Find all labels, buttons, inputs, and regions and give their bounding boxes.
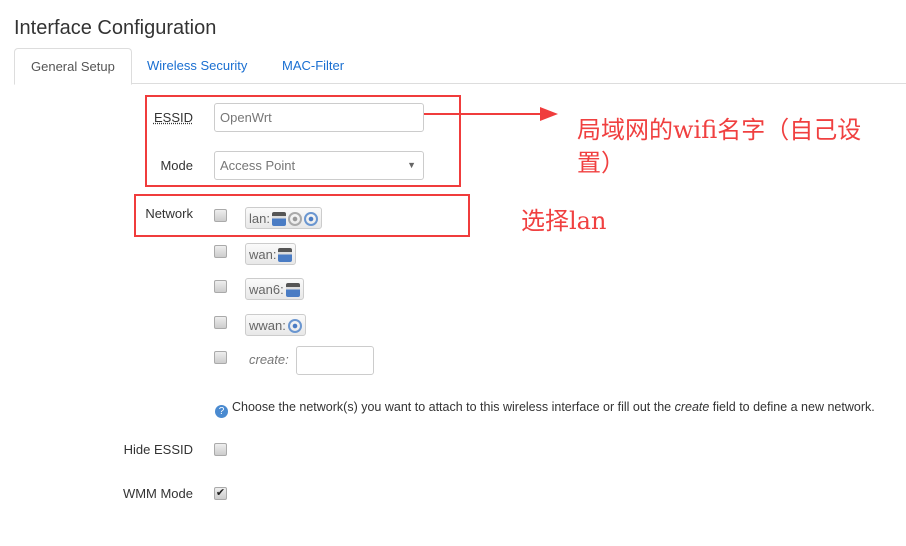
help-icon: ? — [215, 405, 228, 418]
ethernet-icon — [278, 248, 293, 262]
help-text-end: field to define a new network. — [709, 400, 875, 414]
network-wan6-chip[interactable]: wan6: — [245, 278, 304, 300]
annotation-arrow — [424, 113, 544, 115]
tab-wireless-security[interactable]: Wireless Security — [131, 48, 263, 83]
network-wan-chip[interactable]: wan: — [245, 243, 297, 265]
network-help: ? Choose the network(s) you want to attac… — [215, 400, 875, 418]
annotation-network: 选择lan — [521, 207, 607, 235]
page-title: Interface Configuration — [14, 17, 217, 39]
create-label: create: — [249, 352, 289, 367]
network-wan-checkbox[interactable] — [214, 245, 227, 258]
network-wwan-checkbox[interactable] — [214, 316, 227, 329]
annotation-essid-line2: 置） — [577, 149, 625, 177]
wifi-icon — [287, 319, 302, 333]
create-network-input[interactable] — [296, 346, 374, 375]
chip-label: wwan: — [249, 318, 286, 333]
wmm-mode-checkbox[interactable]: ✔ — [214, 487, 227, 500]
wmm-mode-label: WMM Mode — [122, 486, 193, 501]
hide-essid-label: Hide ESSID — [123, 442, 193, 457]
ethernet-icon — [285, 283, 300, 297]
network-wan6-checkbox[interactable] — [214, 280, 227, 293]
annotation-box-network — [134, 194, 470, 237]
tab-bar: General Setup Wireless Security MAC-Filt… — [14, 48, 906, 85]
tab-mac-filter[interactable]: MAC-Filter — [266, 48, 360, 83]
tab-general-setup[interactable]: General Setup — [14, 48, 132, 85]
arrow-head-icon — [540, 107, 558, 121]
network-create-checkbox[interactable] — [214, 351, 227, 364]
annotation-essid-line1: 局域网的wifi名字（自己设 — [577, 116, 862, 144]
hide-essid-checkbox[interactable] — [214, 443, 227, 456]
annotation-box-essid — [145, 95, 461, 187]
chip-label: wan: — [249, 247, 277, 262]
help-text-em: create — [674, 400, 710, 414]
help-text: Choose the network(s) you want to attach… — [232, 400, 675, 414]
chip-label: wan6: — [249, 282, 284, 297]
network-wwan-chip[interactable]: wwan: — [245, 314, 306, 336]
